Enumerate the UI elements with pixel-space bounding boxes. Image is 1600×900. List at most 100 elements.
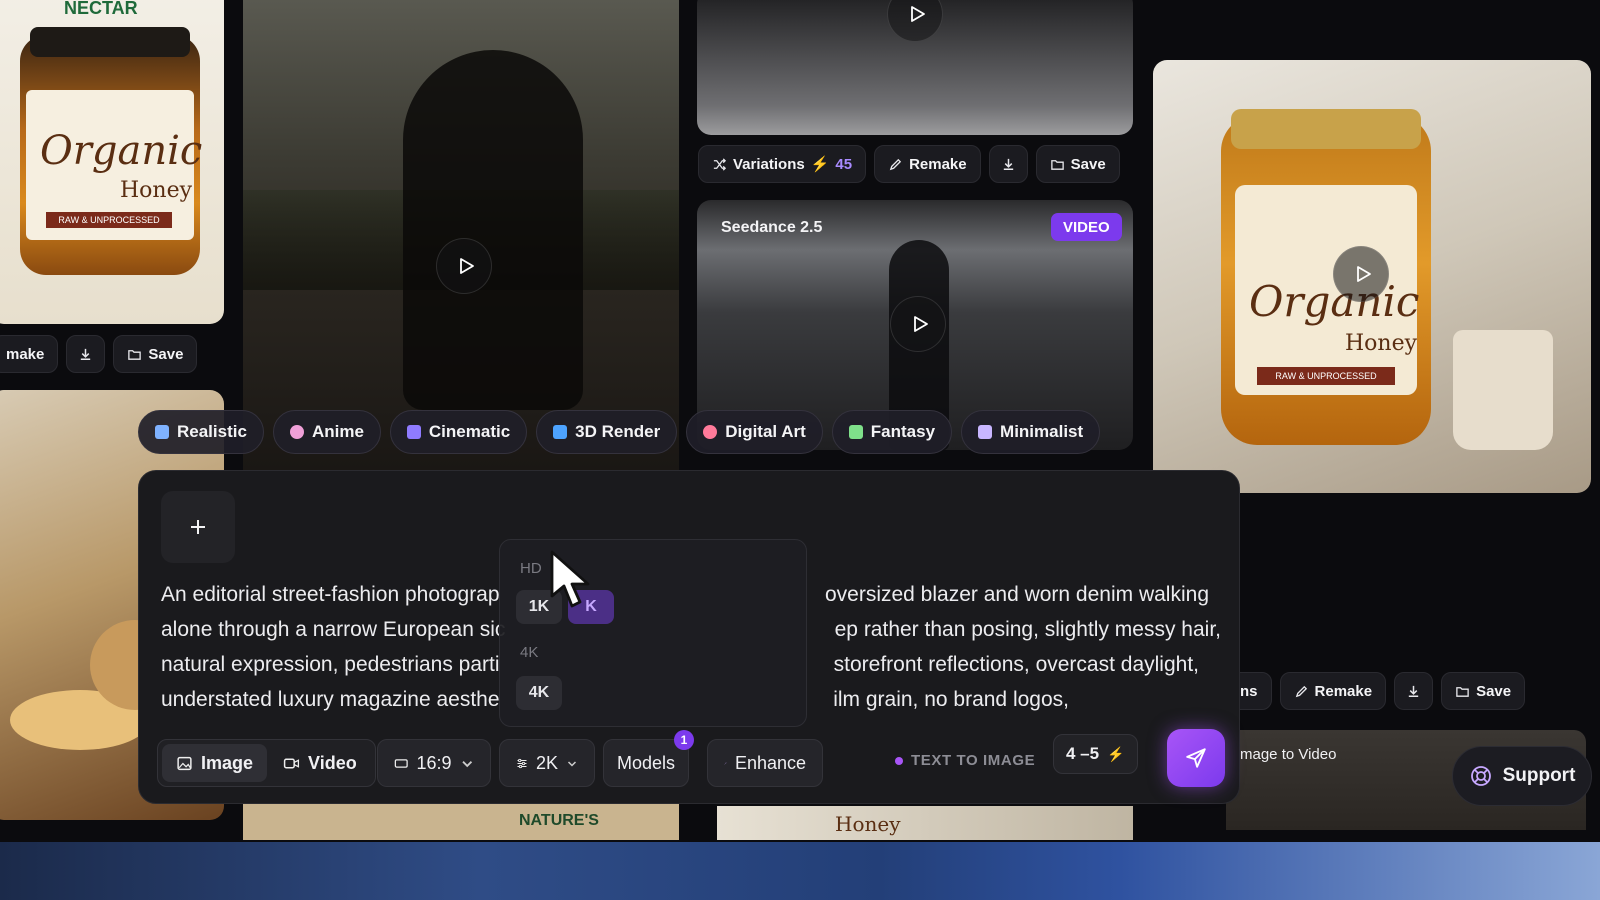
save-button[interactable]: Save [113,335,198,373]
models-button[interactable]: Models 1 [603,730,694,787]
brand-text-top: NECTAR [64,0,138,18]
download-button[interactable] [66,335,106,373]
gallery-tile-motorcycle[interactable] [243,0,679,470]
palette-icon [703,425,718,439]
mouse-cursor-icon [550,550,590,608]
play-button[interactable] [436,238,492,294]
dropdown-heading-hd: HD [520,560,542,577]
mode-indicator: TEXT TO IMAGE [895,752,1035,769]
honey-jar: Organic Honey RAW & UNPROCESSED [1221,109,1431,445]
remake-button[interactable]: Remake [1279,672,1387,710]
prompt-line: natural expression, pedestrians parti [161,653,500,676]
status-dot [895,756,903,765]
model-label: Seedance 2.5 [721,219,823,236]
peek-text: Honey [835,812,901,836]
pencil-icon [889,158,902,170]
prompt-line: understated luxury magazine aesthe [161,688,500,711]
resolution-select[interactable]: 2K [499,739,595,787]
clapper-icon [406,425,421,439]
aspect-ratio-icon [394,758,408,768]
save-button[interactable]: Save [1035,145,1120,183]
download-icon [1003,158,1013,170]
video-camera-icon [283,758,300,768]
jar-label-band: RAW & UNPROCESSED [1257,367,1395,385]
plus-icon [191,520,205,534]
download-icon [81,348,91,360]
gallery-tile-corridor-top[interactable] [697,0,1133,135]
gallery-tile-bottom-center[interactable]: Honey [717,806,1133,840]
style-chip-fantasy[interactable]: Fantasy [831,410,953,454]
play-icon [1356,266,1371,282]
gallery-tile-bottom-left[interactable]: NATURE'S [243,800,679,840]
bolt-icon: ⚡ [810,156,830,173]
prompt-line: An editorial street-fashion photograp [161,583,500,606]
generate-send-button[interactable] [1167,729,1225,787]
image-to-video-label: mage to Video [1240,746,1337,763]
magic-wand-icon [724,761,727,765]
support-button[interactable]: Support [1452,746,1592,806]
prompt-line: alone through a narrow European sic [161,618,506,641]
bolt-icon: ⚡ [1107,745,1125,762]
jar-label-title: Organic [40,128,203,174]
video-badge: VIDEO [1051,213,1122,241]
gallery-tile-honey-kitchen[interactable]: Organic Honey RAW & UNPROCESSED [1153,60,1591,493]
corridor-tile-actions: Variations ⚡ 45 Remake Save [698,145,1120,183]
download-button[interactable] [1394,672,1434,710]
credit-cost: 4 –5 ⚡ [1053,734,1138,774]
left-tile-actions: make Save [0,335,198,373]
gallery-tile-honey-left[interactable]: NECTAR Organic Honey RAW & UNPROCESSED [0,0,224,324]
lifebuoy-icon [1470,766,1491,786]
anime-icon [289,425,304,439]
remake-button[interactable]: make [0,335,59,373]
prompt-line: ilm grain, no brand logos, [833,688,1069,711]
play-icon [913,316,928,332]
mug [1453,330,1553,450]
add-reference-button[interactable] [161,491,235,563]
pencil-icon [1295,685,1307,697]
mode-tabs: Image Video [157,739,376,787]
wizard-icon [848,425,863,439]
folder-icon [1456,686,1469,697]
variations-button[interactable]: Variations ⚡ 45 [698,145,867,183]
play-icon [910,6,925,22]
style-chip-realistic[interactable]: Realistic [138,410,264,454]
style-chip-digital-art[interactable]: Digital Art [686,410,823,454]
shuffle-icon [713,157,727,171]
style-chip-anime[interactable]: Anime [272,410,381,454]
folder-icon [1050,159,1064,170]
tab-image[interactable]: Image [162,744,268,782]
composer-toolbar: Image Video [157,739,376,787]
camera-icon [155,425,169,439]
prompt-composer: An editorial street-fashion photograp ov… [138,470,1240,804]
play-button[interactable] [887,0,943,42]
desktop-background-strip [0,842,1600,900]
prompt-line: oversized blazer and worn denim walking [824,583,1209,606]
send-icon [1186,748,1206,768]
save-button[interactable]: Save [1441,672,1526,710]
resolution-option-4k[interactable]: 4K [516,676,562,710]
models-count-badge: 1 [674,730,694,750]
style-chip-minimalist[interactable]: Minimalist [961,410,1101,454]
variations-count: 45 [835,155,853,173]
remake-button[interactable]: Remake [874,145,981,183]
enhance-button[interactable]: Enhance [707,739,823,787]
sliders-icon [517,758,527,768]
style-chip-cinematic[interactable]: Cinematic [389,410,528,454]
download-icon [1408,685,1419,697]
chevron-down-icon [567,760,577,767]
download-button[interactable] [988,145,1028,183]
jar-label-sub: Honey [120,178,193,203]
honey-jar: Organic Honey RAW & UNPROCESSED [20,27,203,275]
tab-video[interactable]: Video [269,744,371,782]
image-icon [177,756,192,770]
aspect-ratio-select[interactable]: 16:9 [377,739,491,787]
dropdown-heading-4k: 4K [520,644,539,661]
style-chip-3d-render[interactable]: 3D Render [536,410,678,454]
play-button[interactable] [890,296,946,352]
style-chips: Realistic Anime Cinematic 3D Render Digi… [138,410,1101,454]
resolution-dropdown: HD 1K K 4K 4K [499,539,807,727]
mode-label: TEXT TO IMAGE [911,752,1036,769]
play-button[interactable] [1333,246,1389,302]
jar-label-band: RAW & UNPROCESSED [46,212,172,228]
jar-label-sub: Honey [1345,331,1418,356]
